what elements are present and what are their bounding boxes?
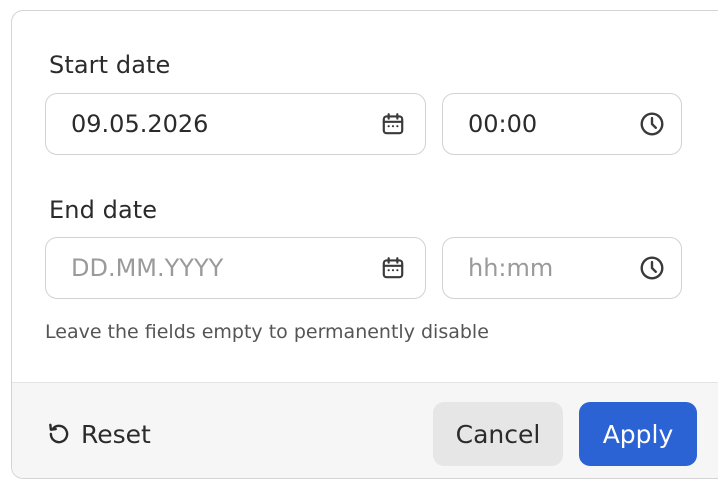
reset-icon [46,421,72,447]
clock-icon[interactable] [639,255,665,281]
hint-text: Leave the fields empty to permanently di… [45,321,489,343]
end-date-label: End date [49,196,158,224]
apply-button[interactable]: Apply [579,402,697,466]
calendar-icon[interactable] [380,255,406,281]
end-date-field[interactable] [45,237,426,299]
clock-icon[interactable] [639,111,665,137]
end-time-field[interactable] [442,237,682,299]
start-time-field[interactable] [442,93,682,155]
end-time-input[interactable] [468,238,618,298]
cancel-button[interactable]: Cancel [433,402,563,466]
dialog-footer: Reset Cancel Apply [12,382,718,478]
start-date-label: Start date [49,51,171,79]
reset-label: Reset [81,419,151,449]
end-date-input[interactable] [71,238,371,298]
start-date-input[interactable] [71,94,371,154]
calendar-icon[interactable] [380,111,406,137]
start-time-input[interactable] [468,94,618,154]
reset-button[interactable]: Reset [46,416,151,452]
date-range-dialog: Start date End date [11,10,718,479]
start-date-field[interactable] [45,93,426,155]
